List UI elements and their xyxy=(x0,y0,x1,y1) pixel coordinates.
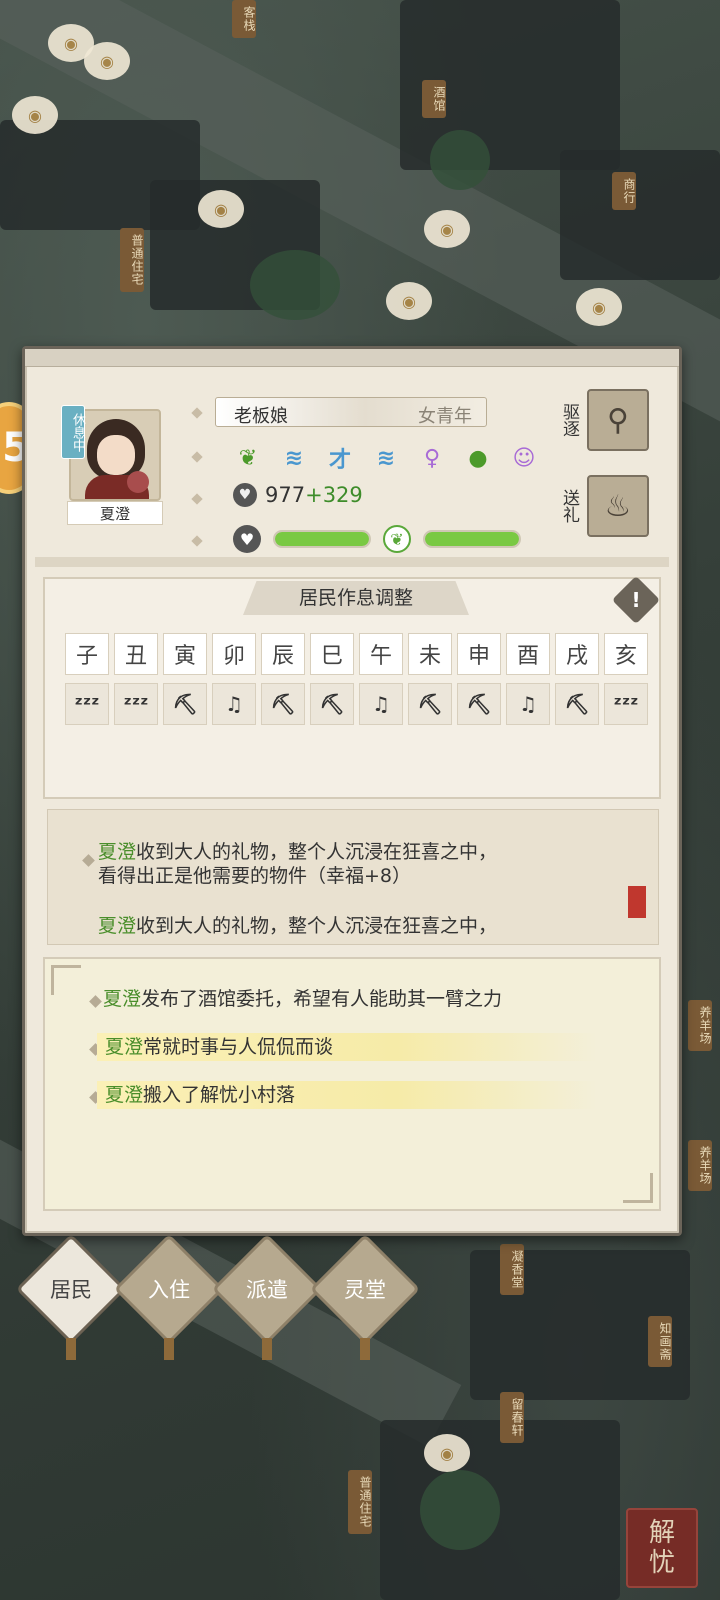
hour-cell: 酉 xyxy=(506,633,550,675)
log-entry: 夏澄发布了酒馆委托，希望有人能助其一臂之力 xyxy=(103,988,503,1010)
role-plate: 老板娘 女青年 xyxy=(215,397,487,427)
work-activity-icon[interactable]: ⛏ xyxy=(457,683,501,725)
coin-bubble-icon[interactable]: ◉ xyxy=(84,42,130,80)
hour-cell: 亥 xyxy=(604,633,648,675)
wealth-row: ♥ 977+329 xyxy=(233,483,363,507)
building-sign: 普通住宅 xyxy=(348,1470,372,1534)
building-sign: 客栈 xyxy=(232,0,256,38)
status-meters: ♥ ❦ xyxy=(233,525,521,553)
work-activity-icon[interactable]: ⛏ xyxy=(555,683,599,725)
hour-cell: 寅 xyxy=(163,633,207,675)
leisure-activity-icon[interactable]: ♫ xyxy=(506,683,550,725)
gift-action: 送礼 ♨ xyxy=(559,475,649,537)
hour-cell: 丑 xyxy=(114,633,158,675)
wealth-icon: ♥ xyxy=(233,483,257,507)
divider xyxy=(35,557,669,567)
building-sign: 商行 xyxy=(612,172,636,210)
building-sign: 凝香堂 xyxy=(500,1244,524,1295)
person-purple-icon[interactable]: ♀ xyxy=(415,441,449,475)
work-activity-icon[interactable]: ⛏ xyxy=(261,683,305,725)
tab-memorial-hall[interactable]: 灵堂 xyxy=(309,1233,421,1364)
building-sign: 酒馆 xyxy=(422,80,446,118)
resident-name: 夏澄 xyxy=(67,501,163,525)
log-entry: 夏澄常就时事与人侃侃而谈 xyxy=(97,1033,597,1061)
expel-label: 驱逐 xyxy=(559,403,579,437)
coin-bubble-icon[interactable]: ◉ xyxy=(198,190,244,228)
hour-row: 子丑寅卯辰巳午未申酉戌亥 xyxy=(65,633,648,675)
expel-action: 驱逐 ⚲ xyxy=(559,389,649,451)
info-warning-icon[interactable]: ! xyxy=(611,575,661,625)
work-activity-icon[interactable]: ⛏ xyxy=(408,683,452,725)
coin-bubble-icon[interactable]: ◉ xyxy=(576,288,622,326)
tab-label: 派遣 xyxy=(246,1278,288,1302)
hour-cell: 子 xyxy=(65,633,109,675)
hour-cell: 午 xyxy=(359,633,403,675)
work-activity-icon[interactable]: ⛏ xyxy=(163,683,207,725)
coin-bubble-icon[interactable]: ◉ xyxy=(386,282,432,320)
resident-detail-panel: 休息中 夏澄 老板娘 女青年 ❦ ≋ 才 ≋ ♀ ● ☺ ♥ 977+329 ♥… xyxy=(22,346,682,1236)
person-purple-icon[interactable]: ☺ xyxy=(507,441,541,475)
health-heart-icon: ♥ xyxy=(233,525,261,553)
bottom-tab-bar: 居民 入住 派遣 灵堂 xyxy=(15,1233,421,1364)
wealth-value: 977+329 xyxy=(265,483,363,507)
heart-leaf-icon[interactable]: ❦ xyxy=(231,441,265,475)
person-green-icon[interactable]: ● xyxy=(461,441,495,475)
building-sign: 养羊场 xyxy=(688,1000,712,1051)
hour-cell: 辰 xyxy=(261,633,305,675)
expel-broom-button[interactable]: ⚲ xyxy=(587,389,649,451)
panel-top-bar xyxy=(25,349,679,367)
tab-move-in[interactable]: 入住 xyxy=(113,1233,225,1364)
log-entry: 夏澄收到大人的礼物，整个人沉浸在狂喜之中， xyxy=(98,915,498,937)
log-entry: 夏澄收到大人的礼物，整个人沉浸在狂喜之中， xyxy=(98,841,498,863)
work-activity-icon[interactable]: ⛏ xyxy=(310,683,354,725)
hour-cell: 巳 xyxy=(310,633,354,675)
building-sign: 知画斋 xyxy=(648,1316,672,1367)
seal-stamp-icon xyxy=(628,886,646,918)
fish-icon[interactable]: ≋ xyxy=(277,441,311,475)
coin-bubble-icon[interactable]: ◉ xyxy=(424,1434,470,1472)
tab-label: 居民 xyxy=(50,1278,92,1302)
hour-cell: 未 xyxy=(408,633,452,675)
age-group: 女青年 xyxy=(418,406,472,427)
happiness-leaf-icon: ❦ xyxy=(383,525,411,553)
sleep-activity-icon[interactable]: ᶻᶻᶻ xyxy=(604,683,648,725)
coin-bubble-icon[interactable]: ◉ xyxy=(12,96,58,134)
coin-bubble-icon[interactable]: ◉ xyxy=(424,210,470,248)
tab-label: 入住 xyxy=(148,1278,190,1302)
leisure-activity-icon[interactable]: ♫ xyxy=(359,683,403,725)
gift-bag-button[interactable]: ♨ xyxy=(587,475,649,537)
tab-dispatch[interactable]: 派遣 xyxy=(211,1233,323,1364)
hour-cell: 申 xyxy=(457,633,501,675)
fish-icon[interactable]: ≋ xyxy=(369,441,403,475)
gift-label: 送礼 xyxy=(559,489,579,523)
event-log-box: 夏澄发布了酒馆委托，希望有人能助其一臂之力 夏澄常就时事与人侃侃而谈 夏澄搬入了… xyxy=(43,957,661,1211)
trait-icons: ❦ ≋ 才 ≋ ♀ ● ☺ xyxy=(231,441,541,475)
sleep-activity-icon[interactable]: ᶻᶻᶻ xyxy=(114,683,158,725)
gift-log-box: 夏澄收到大人的礼物，整个人沉浸在狂喜之中， 看得出正是他需要的物件（幸福+8） … xyxy=(47,809,659,945)
leisure-activity-icon[interactable]: ♫ xyxy=(212,683,256,725)
building-sign: 留春轩 xyxy=(500,1392,524,1443)
tab-label: 灵堂 xyxy=(344,1278,386,1302)
schedule-section: 居民作息调整 ! 子丑寅卯辰巳午未申酉戌亥 ᶻᶻᶻ ᶻᶻᶻ ⛏ ♫ ⛏ ⛏ ♫ ⛏ ⛏ ♫ ⛏ ᶻᶻᶻ xyxy=(43,575,661,799)
hour-cell: 戌 xyxy=(555,633,599,675)
building-sign: 普通住宅 xyxy=(120,228,144,292)
talent-icon[interactable]: 才 xyxy=(323,441,357,475)
role-title: 老板娘 xyxy=(234,406,288,427)
log-entry-cont: 看得出正是他需要的物件（幸福+8） xyxy=(98,865,412,887)
health-meter xyxy=(273,530,371,548)
status-badge: 休息中 xyxy=(61,405,85,459)
building-sign: 养羊场 xyxy=(688,1140,712,1191)
activity-row: ᶻᶻᶻ ᶻᶻᶻ ⛏ ♫ ⛏ ⛏ ♫ ⛏ ⛏ ♫ ⛏ ᶻᶻᶻ xyxy=(65,683,648,725)
jieyou-corner-button[interactable]: 解忧 xyxy=(626,1508,698,1588)
happiness-meter xyxy=(423,530,521,548)
log-entry: 夏澄搬入了解忧小村落 xyxy=(97,1081,597,1109)
schedule-title: 居民作息调整 xyxy=(243,581,469,615)
hour-cell: 卯 xyxy=(212,633,256,675)
tab-residents[interactable]: 居民 xyxy=(15,1233,127,1364)
sleep-activity-icon[interactable]: ᶻᶻᶻ xyxy=(65,683,109,725)
